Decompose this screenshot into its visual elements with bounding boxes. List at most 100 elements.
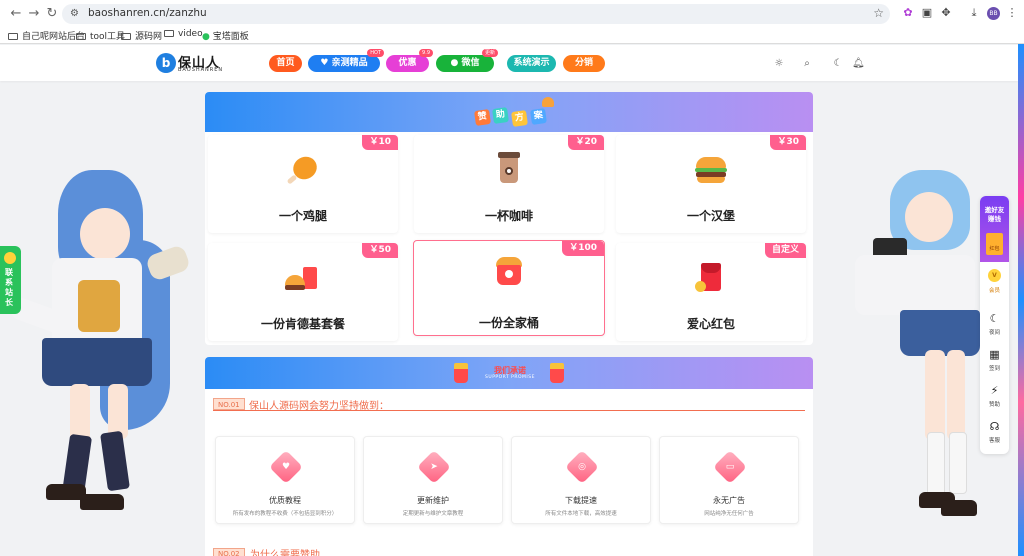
forward-icon[interactable]: → [26,6,42,22]
toolbar-label: 赞助 [988,402,1000,408]
toolbar-sponsor[interactable]: ⚡︎ 赞助 [980,380,1009,414]
tier-card[interactable]: ￥10 一个鸡腿 [208,135,398,233]
tier-card[interactable]: ￥30 一个汉堡 [616,135,806,233]
moon-icon[interactable]: ☾ [832,58,844,70]
invite-label: 邀好友赚钱 [984,206,1005,223]
extension-icon[interactable]: ✿ [901,6,915,20]
nav-discount[interactable]: 优惠 9.9 [386,49,433,72]
character-sock [100,430,130,492]
site-header: b 保山人 BAOSHANREN 首页 ♥ 亲测精品 HOT 优惠 9.9 ● 微信… [0,45,1018,81]
tier-card-selected[interactable]: ￥100 一份全家桶 [413,240,605,336]
lightbulb-icon[interactable]: ☼ [773,58,785,70]
tier-card[interactable]: 自定义 爱心红包 [616,243,806,341]
tier-title: 一份全家桶 [478,316,539,330]
puzzle-icon[interactable]: ✥ [939,6,953,20]
site-logo[interactable]: b 保山人 BAOSHANREN [156,52,230,76]
kfc-meal-icon [285,259,321,295]
address-bar[interactable]: ⚙ baoshanren.cn/zanzhu ☆ [62,4,890,24]
character-leg [947,350,965,440]
signal-icon: ◎ [578,462,586,472]
bell-icon[interactable]: 🔔︎ [852,58,865,70]
character-torso [855,255,975,315]
fries-icon [454,363,468,383]
price-badge: ￥20 [568,135,604,150]
next-heading: 为什么需要赞助 [250,550,320,556]
price-badge: ￥30 [770,135,806,150]
url-text: baoshanren.cn/zanzhu [88,7,207,19]
feature-desc: 所有文件本地下载，高效提速 [545,511,617,517]
commitment-banner-sub: SUPPORT PROMISE [485,375,535,380]
price-badge: ￥100 [562,241,604,256]
commitment-banner: 我们承诺 SUPPORT PROMISE [205,357,813,389]
headset-icon: ☊ [989,420,1000,433]
commitment-heading: 保山人源码网会努力坚持做到： [249,401,389,412]
moon-icon: ☾ [989,312,1000,325]
nav-wechat[interactable]: ● 微信 更新 [436,49,498,72]
tier-title: 一个鸡腿 [278,209,327,223]
menu-icon[interactable]: ⋮ [1005,6,1019,20]
tier-title: 一个汉堡 [686,209,735,223]
tier-card[interactable]: ￥50 一份肯德基套餐 [208,243,398,341]
tier-title: 爱心红包 [686,317,735,331]
tier-card[interactable]: ￥20 一杯咖啡 [414,135,604,233]
feature-title: 下载提速 [565,496,597,505]
invite-friends-promo[interactable]: 邀好友赚钱 红包 [980,196,1009,262]
vip-icon: V [988,269,1001,282]
folder-icon [76,33,86,40]
site-info-icon[interactable]: ⚙ [70,7,84,21]
nav-demo[interactable]: 系统演示 [507,55,556,72]
toolbar-label: 夜间 [988,330,1000,336]
bookmark-item[interactable]: tool工具 [76,29,125,42]
feature-title: 优质教程 [269,496,301,505]
nav-home[interactable]: 首页 [269,55,302,72]
banner-char: 案 [530,108,547,125]
left-character-illustration [0,170,200,556]
calendar-icon: ▦ [989,348,1000,361]
bookmark-item[interactable]: 自己呢网站后台 [8,29,85,42]
download-icon[interactable]: ⤓ [967,6,981,20]
feature-card: ♥ 优质教程 所有发布的教程不收费（不包括显到积分） [215,436,355,524]
feature-desc: 定期更新与维护文章教程 [402,511,464,517]
toolbar-checkin[interactable]: ▦ 签到 [980,344,1009,378]
feature-title: 永无广告 [713,496,745,505]
family-bucket-icon [491,253,527,289]
character-vest [78,280,120,332]
bookmark-star-icon[interactable]: ☆ [873,6,884,20]
feature-title: 更新维护 [417,496,449,505]
toolbar-support[interactable]: ☊ 客服 [980,416,1009,450]
character-shoe [80,494,124,510]
reload-icon[interactable]: ↻ [44,6,60,22]
contact-admin-tab[interactable]: 联系站长 [0,246,21,314]
no-ad-icon: ▭ [725,462,735,472]
number-tag: NO.01 [213,398,245,410]
profile-avatar[interactable]: BB [987,7,1000,20]
bookmark-item[interactable]: ● 宝塔面板 [202,29,249,42]
extension-box-icon[interactable]: ▣ [920,6,934,20]
red-envelope-icon: 红包 [986,233,1003,255]
toolbar-vip[interactable]: V 会员 [980,266,1009,300]
heart-icon: ♥ [320,58,332,68]
toolbar-night[interactable]: ☾ 夜间 [980,308,1009,342]
feature-card: ➤ 更新维护 定期更新与维护文章教程 [363,436,503,524]
price-badge: 9.9 [419,49,433,57]
heart-icon: ♥ [281,462,291,472]
feature-card: ◎ 下载提速 所有文件本地下载，高效提速 [511,436,651,524]
bookmark-item[interactable]: 源码网 [121,29,162,42]
character-skirt [42,338,152,386]
wechat-icon: ● [450,58,462,68]
logo-mark-icon: b [156,53,176,73]
number-tag: NO.02 [213,548,245,556]
search-icon[interactable]: ⌕ [801,58,813,70]
browser-chrome: ← → ↻ ⚙ baoshanren.cn/zanzhu ☆ ✿ ▣ ✥ ⤓ B… [0,0,1024,44]
character-sock [927,432,945,498]
logo-subtext: BAOSHANREN [178,67,224,73]
bookmark-item[interactable]: video [164,29,203,39]
banner-title: 赞 助 方 案 [474,106,555,127]
nav-affiliate[interactable]: 分销 [563,55,605,72]
back-icon[interactable]: ← [8,6,24,22]
red-envelope-icon [693,259,729,295]
tier-title: 一杯咖啡 [484,209,533,223]
sponsor-banner: 赞 助 方 案 [205,92,813,132]
nav-tested[interactable]: ♥ 亲测精品 HOT [308,49,384,72]
folder-icon [164,30,174,37]
